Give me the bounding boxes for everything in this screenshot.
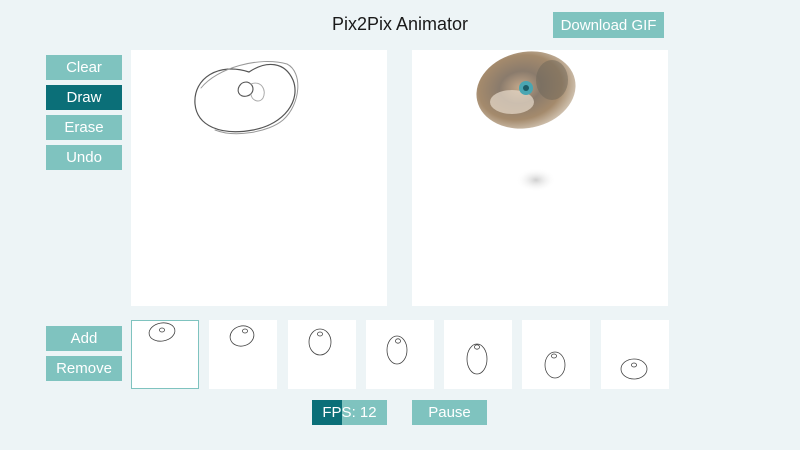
frame-thumbnail-2[interactable]	[209, 320, 277, 389]
frame-sketch	[308, 328, 332, 356]
frame-thumbnail-3[interactable]	[288, 320, 356, 389]
draw-button[interactable]: Draw	[46, 85, 122, 110]
frame-thumbnail-7[interactable]	[601, 320, 669, 389]
frame-sketch	[148, 322, 176, 342]
erase-button[interactable]: Erase	[46, 115, 122, 140]
frame-sketch	[466, 343, 488, 375]
drawing-canvas[interactable]	[131, 50, 387, 306]
output-canvas	[412, 50, 668, 306]
frame-thumbnail-1[interactable]	[131, 320, 199, 389]
frame-sketch	[544, 351, 566, 379]
undo-button[interactable]: Undo	[46, 145, 122, 170]
clear-button[interactable]: Clear	[46, 55, 122, 80]
generated-image	[476, 51, 576, 192]
frame-sketch	[229, 325, 255, 347]
frame-thumbnail-4[interactable]	[366, 320, 434, 389]
fps-label: FPS: 12	[322, 404, 377, 421]
download-gif-button[interactable]: Download GIF	[553, 12, 664, 38]
frame-sketch	[620, 358, 648, 380]
add-frame-button[interactable]: Add	[46, 326, 122, 351]
frame-thumbnail-6[interactable]	[522, 320, 590, 389]
frame-strip	[131, 320, 670, 389]
remove-frame-button[interactable]: Remove	[46, 356, 122, 381]
pause-button[interactable]: Pause	[412, 400, 487, 425]
fps-slider[interactable]: FPS: 12	[312, 400, 387, 425]
app-title: Pix2Pix Animator	[331, 14, 469, 34]
sketch-drawing	[194, 61, 299, 135]
frame-sketch	[386, 335, 408, 365]
frame-thumbnail-5[interactable]	[444, 320, 512, 389]
